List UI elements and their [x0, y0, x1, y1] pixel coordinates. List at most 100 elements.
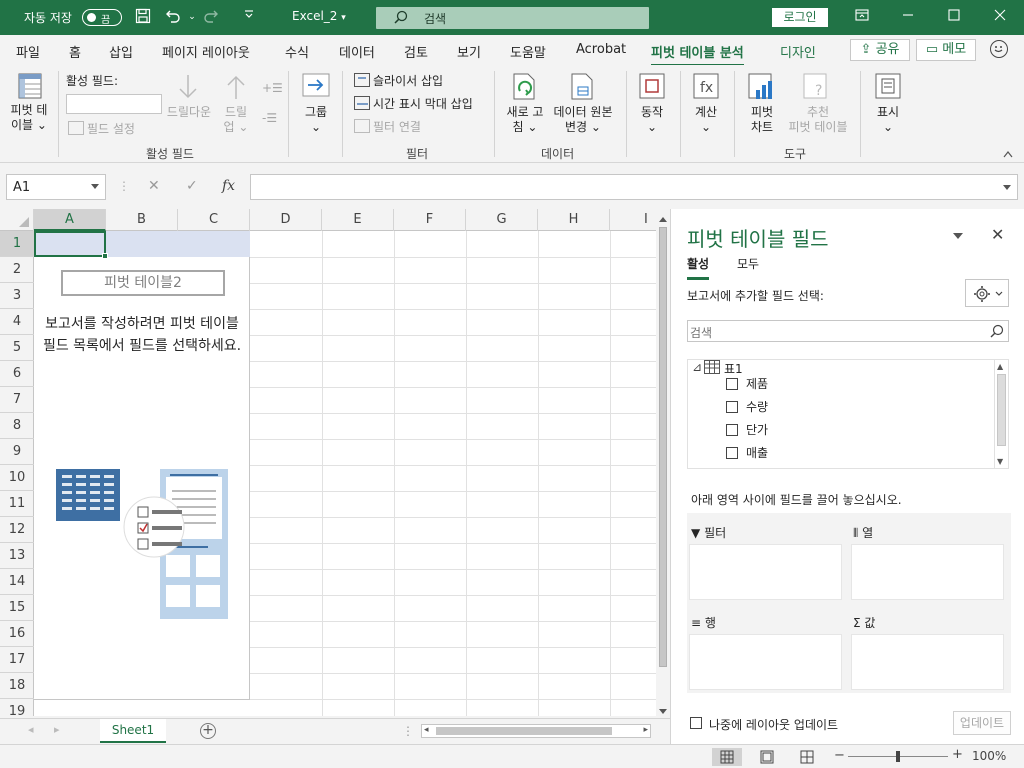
columns-drop-area[interactable] — [851, 544, 1004, 600]
pivot-table-button[interactable]: 피벗 테 이블 ⌄ — [6, 103, 52, 133]
expand-formula-icon[interactable] — [1003, 185, 1011, 190]
defer-update-checkbox[interactable] — [690, 717, 702, 729]
group-button[interactable]: 그룹 ⌄ — [296, 105, 336, 135]
ribbon-display-options-icon[interactable] — [850, 6, 874, 28]
maximize-icon[interactable] — [942, 6, 966, 28]
column-header-h[interactable]: H — [538, 209, 610, 231]
row-header[interactable]: 1 — [0, 231, 34, 257]
column-header-a[interactable]: A — [34, 209, 106, 231]
row-header[interactable]: 18 — [0, 673, 34, 699]
tab-data[interactable]: 데이터 — [339, 42, 375, 61]
field-layout-settings-button[interactable] — [965, 279, 1009, 307]
field-item[interactable]: 매출 — [726, 444, 768, 461]
calculations-icon[interactable]: fx — [690, 71, 722, 103]
selected-cell-a1[interactable] — [34, 231, 108, 259]
column-header-c[interactable]: C — [178, 209, 250, 231]
row-header[interactable]: 7 — [0, 387, 34, 413]
row-header[interactable]: 8 — [0, 413, 34, 439]
row-header[interactable]: 12 — [0, 517, 34, 543]
change-source-icon[interactable] — [566, 71, 598, 103]
row-header[interactable]: 13 — [0, 543, 34, 569]
tab-view[interactable]: 보기 — [457, 42, 481, 61]
tab-home[interactable]: 홈 — [69, 42, 81, 61]
formula-input[interactable] — [250, 174, 1018, 200]
zoom-slider[interactable] — [848, 751, 948, 762]
feedback-smiley-icon[interactable] — [990, 40, 1008, 58]
vertical-scroll-thumb[interactable] — [659, 227, 667, 667]
column-header-d[interactable]: D — [250, 209, 322, 231]
fill-handle[interactable] — [102, 253, 108, 259]
field-item[interactable]: 수량 — [726, 398, 768, 415]
select-all-corner[interactable] — [0, 209, 34, 231]
active-field-input[interactable] — [66, 94, 162, 114]
insert-slicer-button[interactable]: 슬라이서 삽입 — [354, 72, 443, 89]
filter-drop-area[interactable] — [689, 544, 842, 600]
row-header[interactable]: 3 — [0, 283, 34, 309]
pivot-chart-button[interactable]: 피벗 차트 — [742, 105, 782, 135]
field-list-scroll-thumb[interactable] — [997, 374, 1006, 446]
field-checkbox[interactable] — [726, 424, 738, 436]
page-layout-view-icon[interactable] — [752, 748, 782, 766]
pivot-table-icon[interactable] — [14, 71, 46, 103]
pane-options-chevron-icon[interactable] — [953, 233, 963, 239]
close-icon[interactable] — [988, 6, 1012, 28]
row-header[interactable]: 15 — [0, 595, 34, 621]
prev-sheet-icon[interactable]: ◂ — [28, 723, 34, 736]
show-button[interactable]: 표시 ⌄ — [868, 105, 908, 135]
actions-button[interactable]: 동작 ⌄ — [632, 105, 672, 135]
login-button[interactable]: 로그인 — [772, 8, 828, 27]
column-header-e[interactable]: E — [322, 209, 394, 231]
tab-review[interactable]: 검토 — [404, 42, 428, 61]
undo-icon[interactable] — [164, 8, 182, 26]
column-header-g[interactable]: G — [466, 209, 538, 231]
field-checkbox[interactable] — [726, 447, 738, 459]
collapse-table-icon[interactable]: ⊿ — [692, 360, 702, 374]
document-title[interactable]: Excel_2 ▾ — [292, 9, 346, 23]
horizontal-scrollbar[interactable]: ◂ ▸ — [421, 724, 651, 738]
field-search-input[interactable]: 검색 — [687, 320, 1009, 342]
row-header[interactable]: 5 — [0, 335, 34, 361]
tab-acrobat[interactable]: Acrobat — [576, 42, 626, 57]
pivot-table-placeholder[interactable]: 피벗 테이블2 보고서를 작성하려면 피벗 테이블 필드 목록에서 필드를 선택… — [34, 231, 250, 700]
row-header[interactable]: 11 — [0, 491, 34, 517]
tab-formulas[interactable]: 수식 — [285, 42, 309, 61]
scroll-up-arrow-icon[interactable] — [659, 217, 667, 222]
zoom-slider-knob[interactable] — [896, 751, 900, 762]
field-checkbox[interactable] — [726, 378, 738, 390]
tab-design[interactable]: 디자인 — [780, 42, 816, 61]
scroll-right-arrow-icon[interactable]: ▸ — [643, 725, 648, 735]
refresh-icon[interactable] — [508, 71, 540, 103]
column-header-i[interactable]: I — [610, 209, 656, 231]
scroll-down-arrow-icon[interactable]: ▼ — [997, 457, 1003, 466]
pane-close-icon[interactable]: ✕ — [991, 225, 1004, 244]
minimize-icon[interactable] — [896, 6, 920, 28]
normal-view-icon[interactable] — [712, 748, 742, 766]
tab-pivot-analyze[interactable]: 피벗 테이블 분석 — [651, 42, 744, 67]
add-sheet-icon[interactable]: + — [200, 723, 216, 739]
vertical-scrollbar[interactable] — [656, 213, 670, 718]
page-break-view-icon[interactable] — [792, 748, 822, 766]
tab-insert[interactable]: 삽입 — [109, 42, 133, 61]
zoom-in-icon[interactable]: + — [952, 747, 963, 762]
show-icon[interactable] — [872, 71, 904, 103]
save-icon[interactable] — [134, 8, 152, 26]
refresh-button[interactable]: 새로 고침 ⌄ — [502, 105, 548, 135]
insert-timeline-button[interactable]: 시간 표시 막대 삽입 — [354, 95, 473, 112]
column-header-b[interactable]: B — [106, 209, 178, 231]
row-header[interactable]: 2 — [0, 257, 34, 283]
actions-icon[interactable] — [636, 71, 668, 103]
scroll-up-arrow-icon[interactable]: ▲ — [997, 362, 1003, 371]
scroll-down-arrow-icon[interactable] — [659, 709, 667, 714]
row-header[interactable]: 17 — [0, 647, 34, 673]
collapse-ribbon-icon[interactable] — [1003, 147, 1013, 158]
next-sheet-icon[interactable]: ▸ — [54, 723, 60, 736]
tab-all-fields[interactable]: 모두 — [737, 255, 759, 272]
field-checkbox[interactable] — [726, 401, 738, 413]
row-header[interactable]: 19 — [0, 699, 34, 716]
group-arrow-icon[interactable] — [300, 71, 332, 103]
zoom-out-icon[interactable]: − — [834, 748, 845, 763]
row-header[interactable]: 4 — [0, 309, 34, 335]
horizontal-scroll-thumb[interactable] — [436, 727, 612, 735]
sheet-tab-sheet1[interactable]: Sheet1 — [100, 719, 166, 743]
tab-active-fields[interactable]: 활성 — [687, 255, 710, 280]
